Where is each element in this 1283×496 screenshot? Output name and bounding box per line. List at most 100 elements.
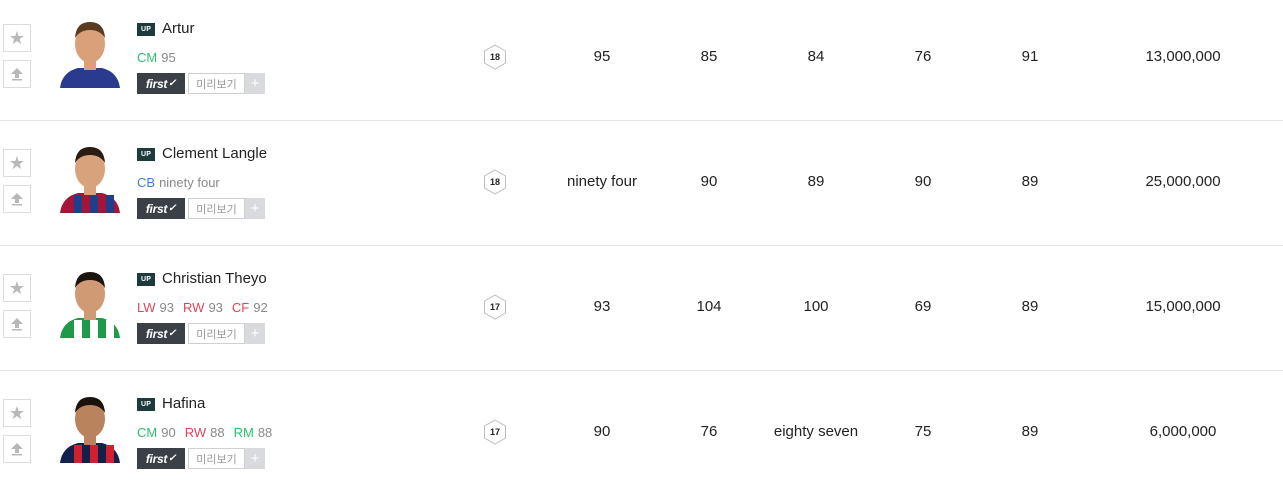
season-label: 18: [489, 177, 500, 187]
upgrade-button[interactable]: [3, 185, 31, 213]
arrow-up-icon: [11, 193, 23, 206]
stat-cell: ninety four: [566, 173, 638, 190]
position-list: LW 93 RW 93 CF 92: [137, 300, 268, 315]
add-button[interactable]: +: [245, 198, 265, 219]
season-badge: 17: [483, 419, 507, 445]
position-item: LW 93: [137, 300, 174, 315]
position-list: CM 90 RW 88 RM 88: [137, 425, 272, 440]
player-row[interactable]: ★ UP Christian Theyo LW 93 RW 93 CF 92 first ✓…: [0, 246, 1283, 371]
first-button[interactable]: first ✓: [137, 448, 185, 469]
up-badge: UP: [137, 398, 155, 411]
add-button[interactable]: +: [245, 323, 265, 344]
first-button[interactable]: first ✓: [137, 323, 185, 344]
preview-button[interactable]: 미리보기: [188, 198, 245, 219]
first-label: first: [145, 201, 168, 216]
position-code: CF: [231, 300, 250, 315]
preview-button[interactable]: 미리보기: [188, 448, 245, 469]
up-badge: UP: [137, 23, 155, 36]
stat-cell: 95: [593, 48, 611, 65]
player-name[interactable]: Artur: [162, 20, 195, 37]
position-code: CB: [137, 175, 156, 190]
position-item: CF 92: [232, 300, 268, 315]
checkmark-icon: ✓: [168, 78, 177, 89]
first-label: first: [145, 76, 168, 91]
position-item: CM 90: [137, 425, 176, 440]
position-ovr: 92: [253, 300, 268, 315]
first-label: first: [145, 451, 168, 466]
first-button[interactable]: first ✓: [137, 73, 185, 94]
up-badge: UP: [137, 273, 155, 286]
price-cell: 13,000,000: [1145, 48, 1221, 65]
checkmark-icon: ✓: [168, 453, 177, 464]
player-avatar[interactable]: [52, 262, 128, 338]
position-code: CM: [137, 425, 158, 440]
position-ovr: 88: [210, 425, 225, 440]
position-item: RM 88: [234, 425, 273, 440]
position-item: CB ninety four: [137, 175, 220, 190]
position-item: RW 93: [183, 300, 223, 315]
season-label: 18: [489, 52, 500, 62]
favorite-star-button[interactable]: ★: [3, 399, 31, 427]
stat-cell: 90: [914, 173, 932, 190]
position-ovr: 95: [161, 50, 176, 65]
position-list: CB ninety four: [137, 175, 220, 190]
price-cell: 25,000,000: [1145, 173, 1221, 190]
position-code: LW: [137, 300, 156, 315]
stat-cell: 89: [1021, 173, 1039, 190]
stat-cell: 90: [593, 423, 611, 440]
player-row[interactable]: ★ UP Artur CM 95 first ✓ 미리보기 + 18 95 85…: [0, 0, 1283, 121]
checkmark-icon: ✓: [168, 203, 177, 214]
player-name[interactable]: Hafina: [162, 395, 205, 412]
season-badge: 18: [483, 44, 507, 70]
stat-cell: 100: [803, 298, 829, 315]
preview-button[interactable]: 미리보기: [188, 323, 245, 344]
checkmark-icon: ✓: [168, 328, 177, 339]
first-button[interactable]: first ✓: [137, 198, 185, 219]
stat-cell: 75: [914, 423, 932, 440]
player-avatar[interactable]: [52, 12, 128, 88]
upgrade-button[interactable]: [3, 60, 31, 88]
favorite-star-button[interactable]: ★: [3, 149, 31, 177]
position-item: RW 88: [185, 425, 225, 440]
price-cell: 15,000,000: [1145, 298, 1221, 315]
price-cell: 6,000,000: [1149, 423, 1217, 440]
stat-cell: 76: [914, 48, 932, 65]
position-ovr: 88: [257, 425, 273, 440]
favorite-star-button[interactable]: ★: [3, 274, 31, 302]
arrow-up-icon: [11, 443, 23, 456]
position-ovr: ninety four: [159, 175, 220, 190]
favorite-star-button[interactable]: ★: [3, 24, 31, 52]
season-badge: 18: [483, 169, 507, 195]
stat-cell: 104: [696, 298, 722, 315]
upgrade-button[interactable]: [3, 435, 31, 463]
position-ovr: 90: [161, 425, 176, 440]
arrow-up-icon: [11, 318, 23, 331]
position-item: CM 95: [137, 50, 176, 65]
add-button[interactable]: +: [245, 73, 265, 94]
stat-cell: 69: [914, 298, 932, 315]
position-list: CM 95: [137, 50, 176, 65]
upgrade-button[interactable]: [3, 310, 31, 338]
stat-cell: 93: [593, 298, 611, 315]
player-row[interactable]: ★ UP Hafina CM 90 RW 88 RM 88 first ✓ 미리보기 +: [0, 371, 1283, 496]
star-icon: ★: [8, 153, 26, 173]
season-label: 17: [489, 302, 500, 312]
player-name[interactable]: Christian Theyo: [162, 270, 267, 287]
player-avatar[interactable]: [52, 387, 128, 463]
stat-cell: 85: [700, 48, 718, 65]
stat-cell: 91: [1021, 48, 1039, 65]
position-code: CM: [137, 50, 158, 65]
arrow-up-icon: [11, 68, 23, 81]
position-code: RW: [184, 425, 207, 440]
stat-cell: 89: [1021, 298, 1039, 315]
first-label: first: [145, 326, 168, 341]
position-code: RM: [233, 425, 254, 440]
season-label: 17: [489, 427, 500, 437]
stat-cell: 76: [700, 423, 718, 440]
position-ovr: 93: [159, 300, 175, 315]
add-button[interactable]: +: [245, 448, 265, 469]
player-name[interactable]: Clement Langle: [162, 145, 267, 162]
preview-button[interactable]: 미리보기: [188, 73, 245, 94]
player-row[interactable]: ★ UP Clement Langle CB ninety four first ✓…: [0, 121, 1283, 246]
player-avatar[interactable]: [52, 137, 128, 213]
